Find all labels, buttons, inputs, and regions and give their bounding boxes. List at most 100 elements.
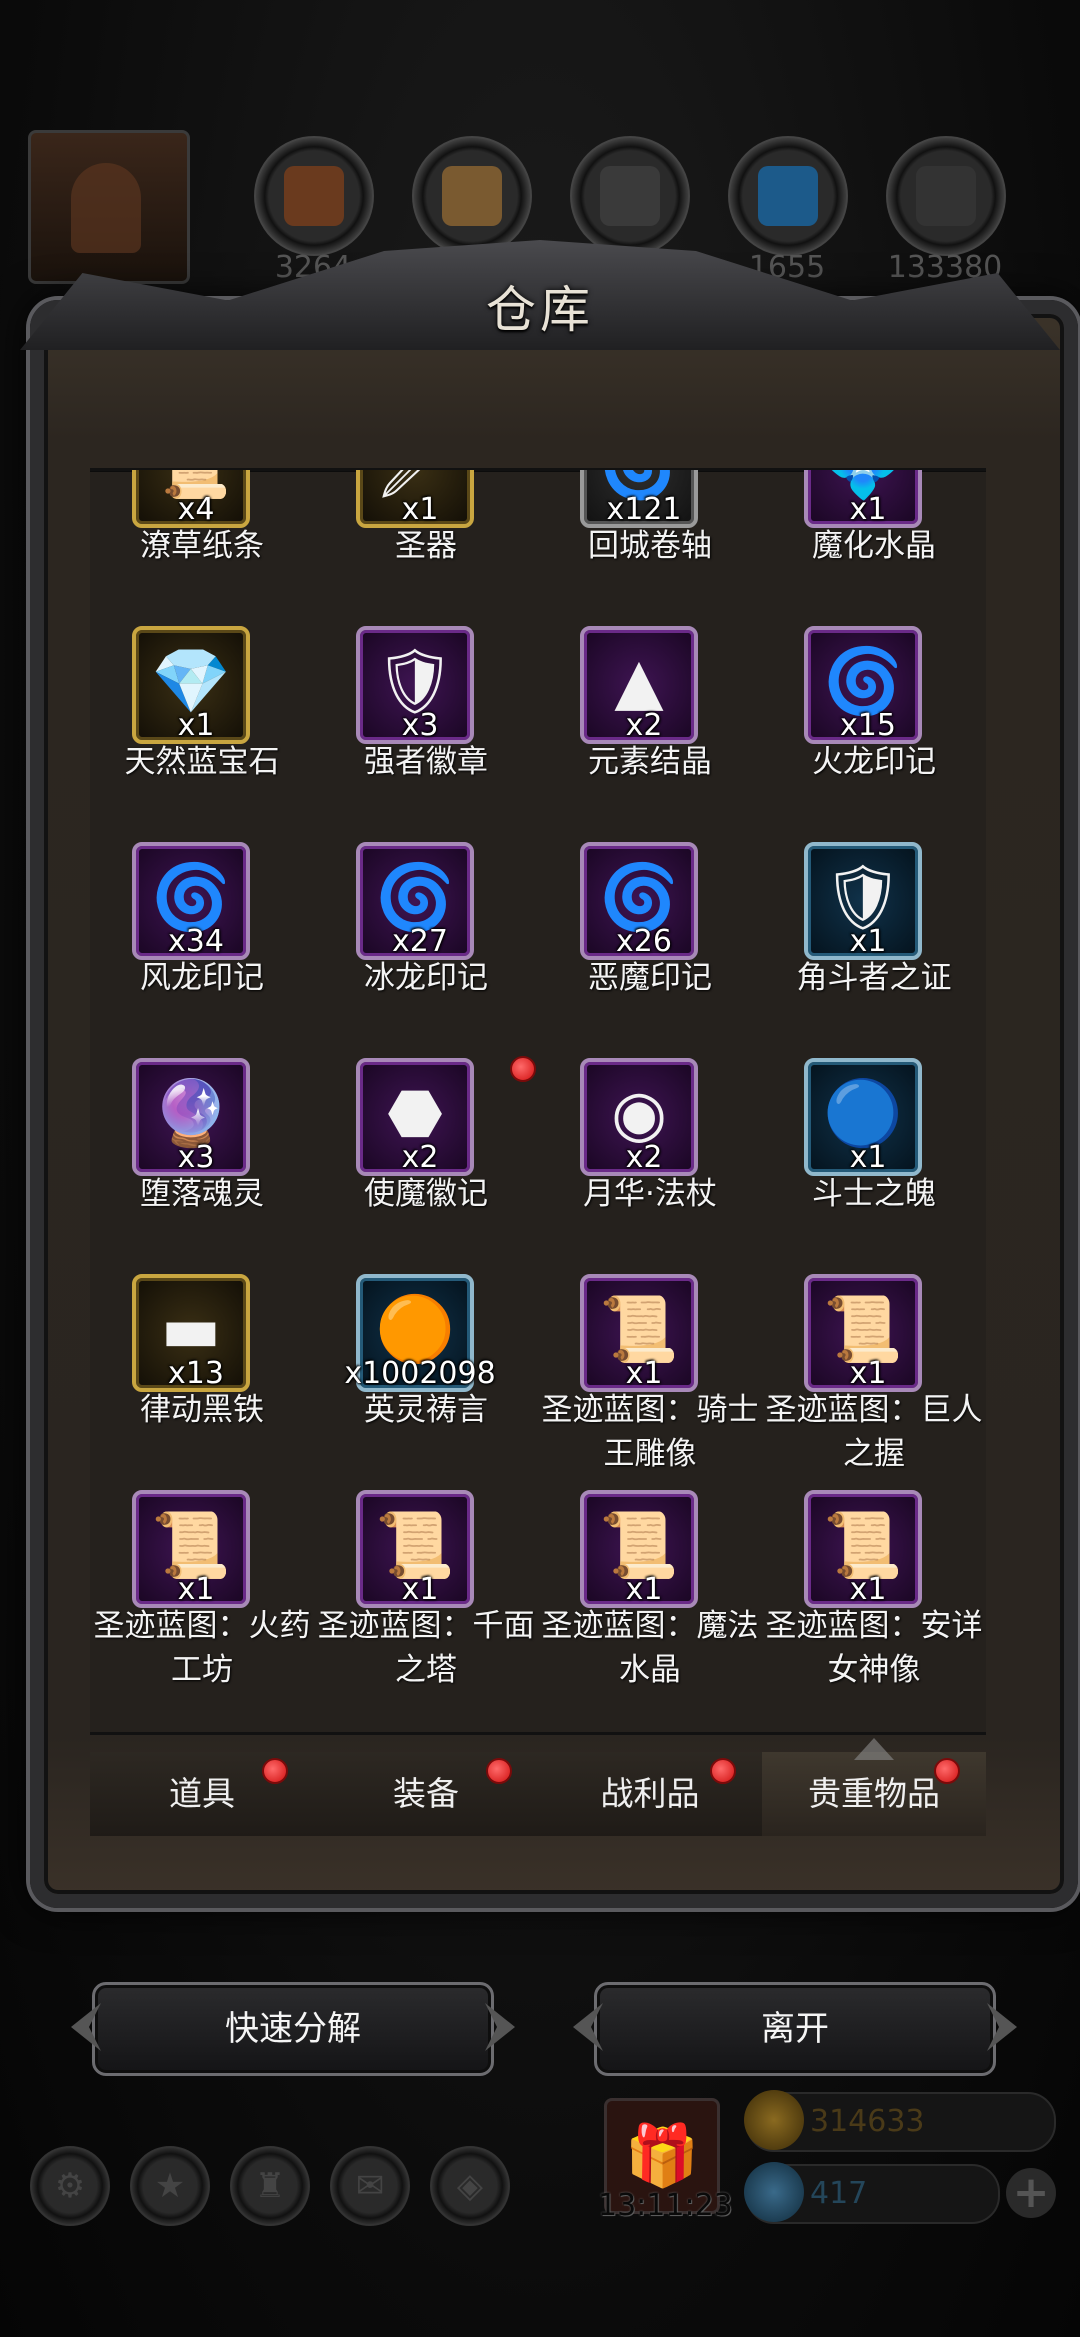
item-name: 强者徽章 [364,744,488,780]
item-slot[interactable]: 🟠 x1002098 英灵祷言 [314,1274,538,1490]
item-frame[interactable]: 📜 x1 [356,1490,474,1608]
item-slot[interactable]: 🛡 x3 强者徽章 [314,626,538,842]
settings-icon[interactable]: ⚙ [30,2146,110,2226]
item-name: 圣迹蓝图：安详女神像 [765,1608,983,1688]
item-frame[interactable]: 🌀 x27 [356,842,474,960]
item-name: 天然蓝宝石 [124,744,280,780]
item-frame[interactable]: 🛡 x3 [356,626,474,744]
item-count: x34 [168,924,224,959]
hero-portrait[interactable] [28,130,190,284]
item-frame[interactable]: 📜 x1 [132,1490,250,1608]
tab-items[interactable]: 道具 [90,1752,314,1836]
item-slot[interactable]: 📜 x1 圣迹蓝图：骑士王雕像 [538,1274,762,1490]
item-slot[interactable]: 🌀 x34 风龙印记 [90,842,314,1058]
item-count: x1 [177,1572,215,1607]
gem-value: 417 [810,2176,868,2211]
castle-icon[interactable]: ♜ [230,2146,310,2226]
item-slot[interactable]: 🗡x1圣器 [314,470,538,626]
item-slot[interactable]: ◉ x2 月华·法杖 [538,1058,762,1274]
item-slot[interactable]: ▲ x2 元素结晶 [538,626,762,842]
item-frame[interactable]: ▬ x13 [132,1274,250,1392]
item-frame[interactable]: 💎 x1 [132,626,250,744]
item-count: x26 [616,924,672,959]
leave-button[interactable]: 离开 [594,1982,996,2076]
item-frame[interactable]: 📜 x1 [580,1490,698,1608]
item-slot[interactable]: 🔮 x3 堕落魂灵 [90,1058,314,1274]
item-slot[interactable]: 📜 x1 圣迹蓝图：火药工坊 [90,1490,314,1706]
item-frame[interactable]: 🌀 x26 [580,842,698,960]
item-slot[interactable]: 🌀 x26 恶魔印记 [538,842,762,1058]
item-count: x1 [849,1140,887,1175]
item-frame[interactable]: 🗡x1 [356,470,474,528]
item-frame[interactable]: ▲ x2 [580,626,698,744]
item-slot[interactable]: 🔵 x1 斗士之魄 [762,1058,986,1274]
mail-icon[interactable]: ✉ [330,2146,410,2226]
gift-timer: 13:11:23 [598,2188,733,2223]
gold-value: 314633 [810,2104,925,2139]
item-frame[interactable]: 💠x1 [804,470,922,528]
item-frame[interactable]: ⬣ x2 [356,1056,536,1176]
tab-equipment[interactable]: 装备 [314,1752,538,1836]
item-name: 角斗者之证 [796,960,952,996]
item-count: x27 [392,924,448,959]
item-frame[interactable]: 🛡 x1 [804,842,922,960]
quick-decompose-button[interactable]: 快速分解 [92,1982,494,2076]
item-slot[interactable]: 📜x4潦草纸条 [90,470,314,626]
item-count: x1 [849,1572,887,1607]
item-name: 魔化水晶 [812,528,936,564]
item-slot[interactable]: 📜 x1 圣迹蓝图：魔法水晶 [538,1490,762,1706]
item-name: 斗士之魄 [812,1176,936,1212]
resource-plank-icon [412,136,532,256]
add-gems-button[interactable]: + [1006,2168,1056,2218]
item-frame[interactable]: 🟠 x1002098 [344,1274,496,1392]
item-name: 潦草纸条 [140,528,264,564]
item-frame[interactable]: 📜 x1 [580,1274,698,1392]
item-frame[interactable]: 🌀x121 [580,470,698,528]
item-count: x1 [849,1356,887,1391]
item-count: x2 [625,1140,663,1175]
item-grid[interactable]: 📜x4潦草纸条🗡x1圣器🌀x121回城卷轴💠x1魔化水晶💎x1天然蓝宝石🛡x3强… [90,470,986,1732]
item-slot[interactable]: ▬ x13 律动黑铁 [90,1274,314,1490]
item-name: 圣迹蓝图：骑士王雕像 [541,1392,759,1472]
item-count: x4 [177,492,215,527]
item-frame[interactable]: 📜x4 [132,470,250,528]
tab-loot[interactable]: 战利品 [538,1752,762,1836]
item-name: 使魔徽记 [364,1176,488,1212]
achievement-icon[interactable]: ★ [130,2146,210,2226]
notification-dot-icon [486,1758,512,1784]
panel-title: 仓库 [486,281,594,339]
resource-stone-icon [570,136,690,256]
item-name: 回城卷轴 [588,528,712,564]
item-frame[interactable]: ◉ x2 [580,1058,698,1176]
item-frame[interactable]: 🔮 x3 [132,1058,250,1176]
item-frame[interactable]: 🌀 x34 [132,842,250,960]
item-frame[interactable]: 📜 x1 [804,1274,922,1392]
item-slot[interactable]: ⬣ x2 使魔徽记 [314,1056,538,1274]
item-name: 火龙印记 [812,744,936,780]
item-slot[interactable]: 🌀 x15 火龙印记 [762,626,986,842]
tab-valuables[interactable]: 贵重物品 [762,1752,986,1836]
item-slot[interactable]: 📜 x1 圣迹蓝图：千面之塔 [314,1490,538,1706]
item-name: 律动黑铁 [140,1392,264,1428]
item-frame[interactable]: 🌀 x15 [804,626,922,744]
item-slot[interactable]: 💎 x1 天然蓝宝石 [90,626,314,842]
item-count: x1 [401,1572,439,1607]
item-frame[interactable]: 🔵 x1 [804,1058,922,1176]
item-slot[interactable]: 💠x1魔化水晶 [762,470,986,626]
item-count: x2 [625,708,663,743]
gem-icon [744,2162,804,2222]
item-name: 堕落魂灵 [140,1176,264,1212]
item-slot[interactable]: 📜 x1 圣迹蓝图：安详女神像 [762,1490,986,1706]
item-slot[interactable]: 📜 x1 圣迹蓝图：巨人之握 [762,1274,986,1490]
gem-counter: 417 [744,2162,1000,2224]
item-count: x1002098 [344,1356,496,1391]
map-icon[interactable]: ◈ [430,2146,510,2226]
notification-dot-icon [262,1758,288,1784]
item-frame[interactable]: 📜 x1 [804,1490,922,1608]
item-name: 圣迹蓝图：火药工坊 [93,1608,311,1688]
item-slot[interactable]: 🛡 x1 角斗者之证 [762,842,986,1058]
item-name: 英灵祷言 [364,1392,488,1428]
resource-crystal-icon [728,136,848,256]
item-slot[interactable]: 🌀 x27 冰龙印记 [314,842,538,1058]
item-slot[interactable]: 🌀x121回城卷轴 [538,470,762,626]
